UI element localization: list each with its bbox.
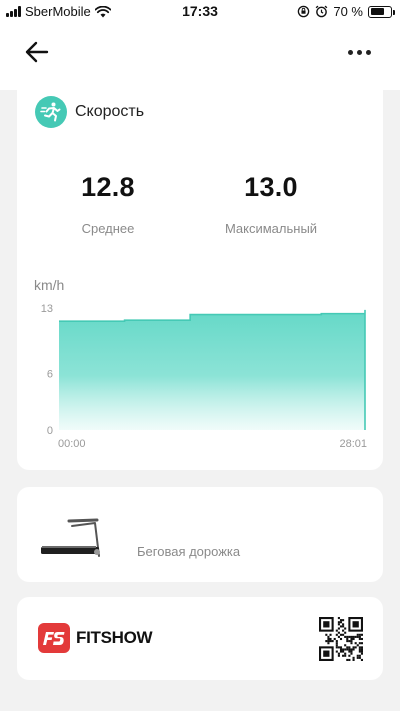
max-speed-label: Максимальный: [224, 221, 318, 236]
treadmill-icon: [41, 518, 100, 557]
x-tick-label-end: 28:01: [339, 438, 367, 450]
max-speed-value: 13.0: [244, 172, 298, 202]
y-tick-label-6: 6: [47, 369, 53, 381]
qr-code-icon: [319, 617, 363, 661]
average-speed-value: 12.8: [81, 172, 135, 202]
top-nav: [0, 24, 400, 80]
equipment-card[interactable]: Беговая дорожка: [17, 487, 383, 582]
max-speed-stat: 13.0 Максимальный: [196, 172, 346, 236]
battery-percent: 70 %: [333, 4, 363, 19]
equipment-label: Беговая дорожка: [137, 544, 241, 559]
brand-name: FITSHOW: [76, 628, 153, 647]
fitshow-logo: [38, 623, 70, 653]
running-person-icon: [35, 96, 67, 128]
speed-title: Скорость: [75, 103, 145, 120]
back-button[interactable]: [22, 38, 52, 66]
speed-chart: 13 6 0 00:00 28:01: [41, 303, 367, 450]
status-right: 70 %: [297, 4, 395, 19]
more-options-button[interactable]: [348, 46, 376, 58]
average-speed-label: Среднее: [81, 221, 135, 236]
y-tick-label-13: 13: [41, 303, 53, 315]
speed-card: Скорость 12.8 Среднее 13.0 Максимальный …: [0, 80, 400, 470]
brand-card: FITSHOW: [17, 597, 383, 680]
orientation-lock-icon: [298, 5, 310, 18]
speed-area-series: [59, 309, 365, 430]
x-tick-label-start: 00:00: [58, 438, 86, 450]
average-speed-stat: 12.8 Среднее: [33, 172, 183, 236]
more-horizontal-icon: [348, 49, 353, 55]
battery-icon: [368, 5, 395, 18]
arrow-left-icon: [25, 41, 49, 63]
status-bar: SberMobile 17:33 70 %: [0, 0, 400, 24]
y-tick-label-0: 0: [47, 425, 53, 437]
alarm-icon: [316, 5, 328, 18]
